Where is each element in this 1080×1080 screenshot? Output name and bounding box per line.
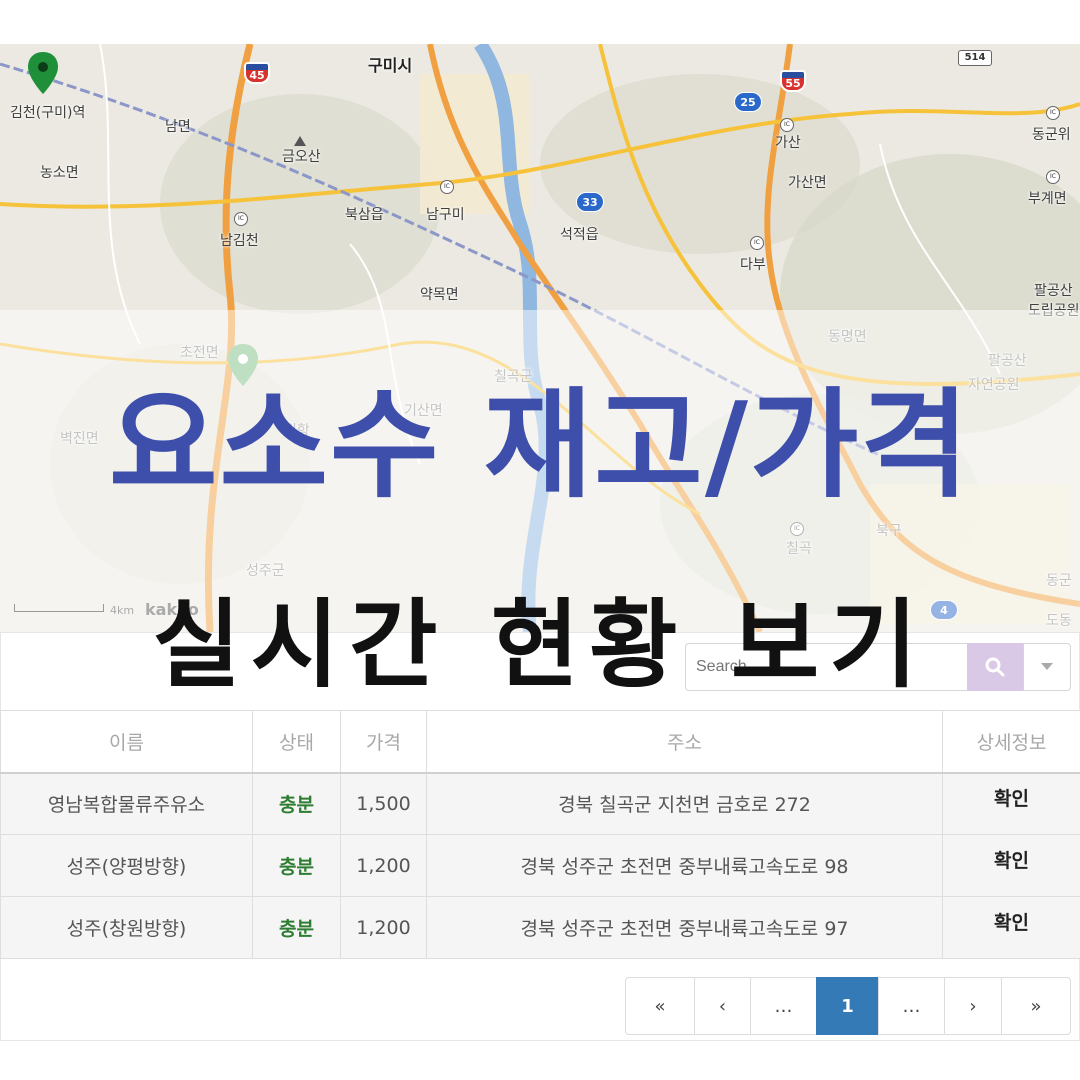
route-badge: 514 bbox=[958, 50, 992, 66]
map-label: 남김천 bbox=[220, 233, 259, 249]
map-label: 동군위 bbox=[1032, 127, 1071, 143]
column-header-address[interactable]: 주소 bbox=[426, 710, 943, 773]
detail-cell: 확인 bbox=[942, 896, 1080, 959]
interchange-icon: IC bbox=[750, 236, 764, 250]
page-subtitle: 실시간 현황 보기 bbox=[152, 589, 928, 701]
station-price: 1,200 bbox=[340, 834, 427, 897]
map-label: 남면 bbox=[165, 119, 191, 135]
map-label: 팔공산 bbox=[1034, 283, 1073, 299]
interchange-icon: IC bbox=[1046, 170, 1060, 184]
detail-link[interactable]: 확인 bbox=[994, 912, 1029, 934]
map-label: 가산면 bbox=[788, 175, 827, 191]
detail-cell: 확인 bbox=[942, 771, 1080, 835]
table-row[interactable]: 성주(양평방향) 충분 1,200 경북 성주군 초전면 중부내륙고속도로 98… bbox=[0, 834, 1080, 897]
stock-status: 충분 bbox=[252, 896, 341, 959]
detail-link[interactable]: 확인 bbox=[994, 850, 1029, 872]
next-page-button[interactable]: › bbox=[944, 977, 1002, 1035]
map-label: 김천(구미)역 bbox=[10, 105, 86, 121]
map-label: 북삼읍 bbox=[345, 207, 384, 223]
first-page-button[interactable]: « bbox=[625, 977, 695, 1035]
station-name: 성주(창원방향) bbox=[0, 896, 253, 959]
highway-badge: 55 bbox=[780, 70, 806, 92]
station-address: 경북 칠곡군 지천면 금호로 272 bbox=[426, 771, 943, 835]
interchange-icon: IC bbox=[440, 180, 454, 194]
map-label: 가산 bbox=[775, 135, 801, 151]
route-badge: 25 bbox=[734, 92, 762, 112]
pagination: « ‹ … 1 … › » bbox=[625, 977, 1071, 1035]
map-label: 석적읍 bbox=[560, 227, 599, 243]
station-name: 성주(양평방향) bbox=[0, 834, 253, 897]
interchange-icon: IC bbox=[1046, 106, 1060, 120]
stock-status: 충분 bbox=[252, 771, 341, 835]
station-address: 경북 성주군 초전면 중부내륙고속도로 98 bbox=[426, 834, 943, 897]
page-ellipsis-left[interactable]: … bbox=[750, 977, 817, 1035]
current-page-button[interactable]: 1 bbox=[816, 977, 879, 1035]
map-label: 부계면 bbox=[1028, 191, 1067, 207]
column-header-name[interactable]: 이름 bbox=[0, 710, 253, 773]
previous-page-button[interactable]: ‹ bbox=[694, 977, 751, 1035]
route-badge: 33 bbox=[576, 192, 604, 212]
station-table: 이름 상태 가격 주소 상세정보 영남복합물류주유소 충분 1,500 경북 칠… bbox=[0, 710, 1080, 959]
stock-status: 충분 bbox=[252, 834, 341, 897]
column-header-price[interactable]: 가격 bbox=[340, 710, 427, 773]
detail-link[interactable]: 확인 bbox=[994, 788, 1029, 810]
column-header-status[interactable]: 상태 bbox=[252, 710, 341, 773]
station-price: 1,200 bbox=[340, 896, 427, 959]
page-ellipsis-right[interactable]: … bbox=[878, 977, 945, 1035]
station-name: 영남복합물류주유소 bbox=[0, 771, 253, 835]
map-label: 남구미 bbox=[426, 207, 465, 223]
highway-badge: 45 bbox=[244, 62, 270, 84]
page-title: 요소수 재고/가격 bbox=[108, 376, 972, 514]
selected-location-pin-icon[interactable] bbox=[28, 52, 58, 94]
detail-cell: 확인 bbox=[942, 834, 1080, 897]
map-label: 약목면 bbox=[420, 287, 459, 303]
table-header-row: 이름 상태 가격 주소 상세정보 bbox=[0, 710, 1080, 773]
map-label: 금오산 bbox=[282, 149, 321, 165]
table-row[interactable]: 성주(창원방향) 충분 1,200 경북 성주군 초전면 중부내륙고속도로 97… bbox=[0, 896, 1080, 959]
table-row[interactable]: 영남복합물류주유소 충분 1,500 경북 칠곡군 지천면 금호로 272 확인 bbox=[0, 771, 1080, 835]
map-label: 구미시 bbox=[368, 56, 413, 75]
last-page-button[interactable]: » bbox=[1001, 977, 1071, 1035]
map-label: 다부 bbox=[740, 257, 766, 273]
table-footer: « ‹ … 1 … › » bbox=[0, 959, 1080, 1041]
column-header-detail[interactable]: 상세정보 bbox=[942, 710, 1080, 773]
map-label: 농소면 bbox=[40, 165, 79, 181]
station-address: 경북 성주군 초전면 중부내륙고속도로 97 bbox=[426, 896, 943, 959]
interchange-icon: IC bbox=[234, 212, 248, 226]
station-price: 1,500 bbox=[340, 771, 427, 835]
interchange-icon: IC bbox=[780, 118, 794, 132]
